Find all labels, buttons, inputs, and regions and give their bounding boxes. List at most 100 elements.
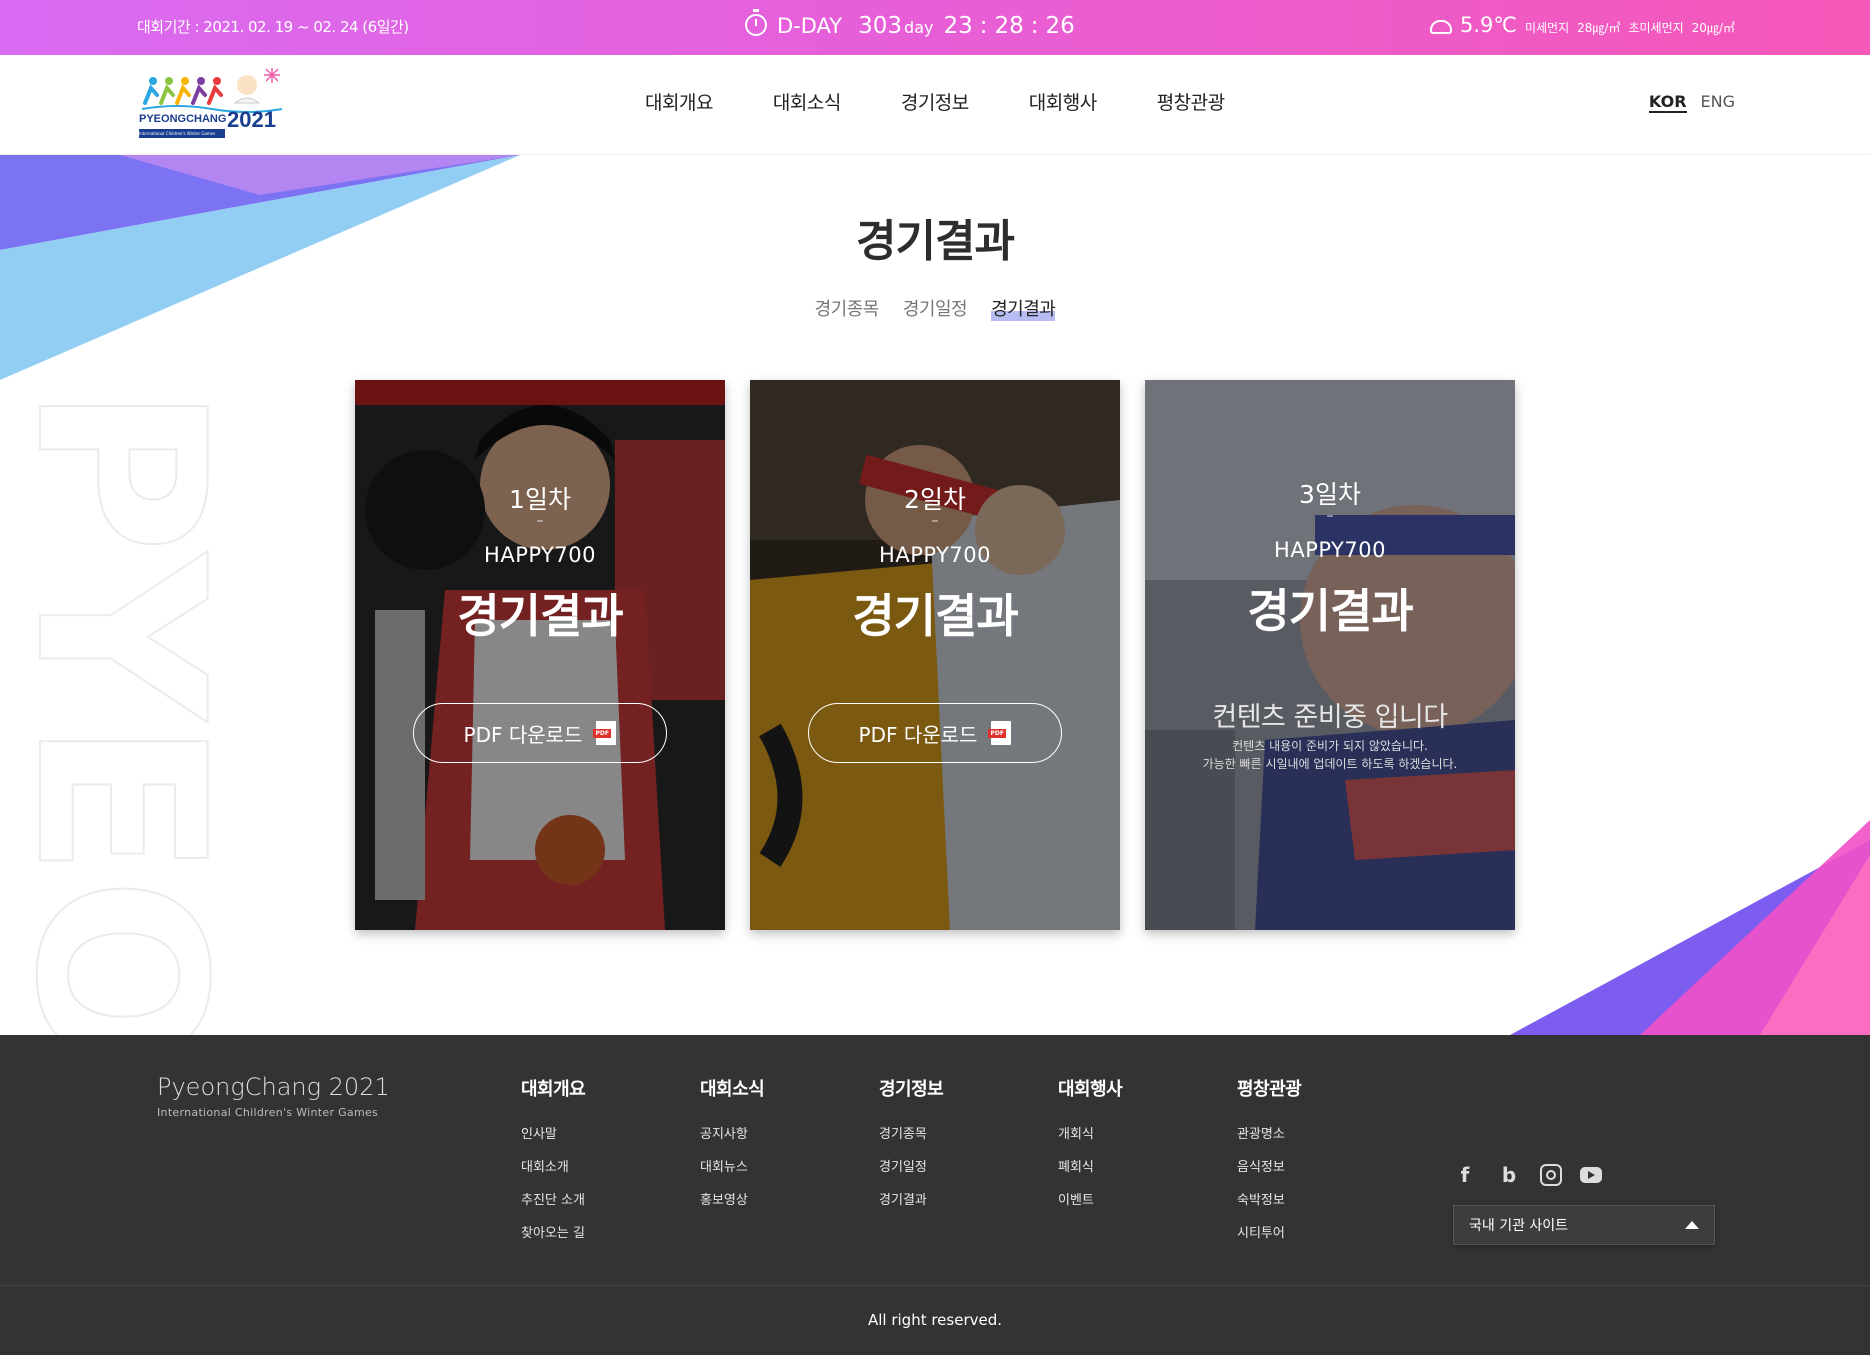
countdown-hours: 23 bbox=[943, 13, 973, 39]
result-card-day1: 1일차 – HAPPY700 경기결과 PDF 다운로드 bbox=[355, 380, 725, 930]
pm10-label: 미세먼지 bbox=[1524, 21, 1570, 35]
footer-logo: PyeongChang 2021 bbox=[157, 1073, 390, 1101]
social-links: f b bbox=[1452, 1163, 1602, 1187]
preparing-title: 컨텐츠 준비중 입니다 bbox=[1212, 702, 1448, 733]
site-logo[interactable]: PYEONGCHANG 2021 International Children'… bbox=[137, 63, 287, 145]
footer-link[interactable]: 찾아오는 길 bbox=[521, 1222, 585, 1241]
weather-info: 5.9℃ 미세먼지 28㎍/㎥ 초미세먼지 20㎍/㎥ bbox=[1429, 13, 1735, 37]
dday-unit: day bbox=[904, 18, 934, 37]
footer-menu-title[interactable]: 대회행사 bbox=[1058, 1075, 1123, 1101]
footer-link[interactable]: 대회소개 bbox=[521, 1156, 585, 1175]
subnav-item-schedule[interactable]: 경기일정 bbox=[903, 295, 968, 321]
footer-link[interactable]: 이벤트 bbox=[1058, 1189, 1122, 1208]
footer-link[interactable]: 경기종목 bbox=[879, 1123, 943, 1142]
footer-link[interactable]: 대회뉴스 bbox=[700, 1156, 764, 1175]
dday-number: 303 bbox=[858, 13, 903, 39]
footer-logo-subtitle: International Children's Winter Games bbox=[157, 1106, 379, 1119]
card-result-title: 경기결과 bbox=[457, 589, 623, 643]
lang-eng-link[interactable]: ENG bbox=[1701, 92, 1735, 113]
pm10-value: 28㎍/㎥ bbox=[1577, 21, 1621, 35]
countdown-minutes: 28 bbox=[994, 13, 1024, 39]
cloud-icon bbox=[1429, 20, 1452, 34]
footer-link[interactable]: 공지사항 bbox=[700, 1123, 764, 1142]
footer-menu-tourism: 평창관광 관광명소 음식정보 숙박정보 시티투어 bbox=[1237, 1075, 1302, 1255]
subnav-item-results[interactable]: 경기결과 bbox=[991, 295, 1056, 321]
footer-link[interactable]: 인사말 bbox=[521, 1123, 585, 1142]
card-dash: – bbox=[536, 513, 544, 529]
footer-menu-title[interactable]: 대회개요 bbox=[521, 1075, 586, 1101]
pdf-download-label: PDF 다운로드 bbox=[858, 722, 978, 747]
background-watermark: PYEO bbox=[0, 385, 252, 1035]
card-dash: – bbox=[931, 513, 939, 529]
card-result-title: 경기결과 bbox=[1247, 584, 1413, 638]
footer-menu-title[interactable]: 경기정보 bbox=[879, 1075, 944, 1101]
footer-menu-news: 대회소식 공지사항 대회뉴스 홍보영상 bbox=[700, 1075, 765, 1222]
related-sites-select[interactable]: 국내 기관 사이트 bbox=[1453, 1205, 1715, 1245]
footer-link[interactable]: 경기일정 bbox=[879, 1156, 943, 1175]
footer-menu-title[interactable]: 대회소식 bbox=[700, 1075, 765, 1101]
card-day: 2일차 bbox=[904, 485, 966, 514]
footer-link[interactable]: 숙박정보 bbox=[1237, 1189, 1301, 1208]
pdf-download-button[interactable]: PDF 다운로드 bbox=[413, 703, 667, 763]
dday-label: D-DAY bbox=[777, 14, 843, 38]
card-brand: HAPPY700 bbox=[1274, 538, 1386, 562]
nav-item-game-info[interactable]: 경기정보 bbox=[901, 88, 969, 115]
footer-link[interactable]: 관광명소 bbox=[1237, 1123, 1301, 1142]
facebook-icon[interactable]: f bbox=[1452, 1163, 1478, 1187]
footer-link[interactable]: 시티투어 bbox=[1237, 1222, 1301, 1241]
subnav-item-events[interactable]: 경기종목 bbox=[815, 295, 880, 321]
youtube-icon[interactable] bbox=[1580, 1167, 1602, 1183]
logo-year: 2021 bbox=[227, 107, 276, 132]
top-info-bar: 대회기간 : 2021. 02. 19 ~ 02. 24 (6일간) D-DAY… bbox=[0, 0, 1870, 55]
footer-link[interactable]: 개회식 bbox=[1058, 1123, 1122, 1142]
preparing-line-1: 컨텐츠 내용이 준비가 되지 않았습니다. bbox=[1232, 739, 1428, 753]
countdown-colon: : bbox=[1030, 13, 1039, 39]
logo-text: PYEONGCHANG bbox=[139, 113, 227, 125]
card-overlay bbox=[355, 380, 725, 930]
preparing-message: 컨텐츠 내용이 준비가 되지 않았습니다. 가능한 빠른 시일내에 업데이트 하… bbox=[1145, 737, 1515, 773]
card-dash: – bbox=[1326, 508, 1334, 524]
result-card-day2: 2일차 – HAPPY700 경기결과 PDF 다운로드 bbox=[750, 380, 1120, 930]
logo-subtext: International Children's Winter Games bbox=[139, 129, 225, 138]
pdf-download-button[interactable]: PDF 다운로드 bbox=[808, 703, 1062, 763]
site-footer: PyeongChang 2021 International Children'… bbox=[0, 1035, 1870, 1285]
result-card-day3: 3일차 – HAPPY700 경기결과 컨텐츠 준비중 입니다 컨텐츠 내용이 … bbox=[1145, 380, 1515, 930]
stopwatch-icon bbox=[745, 9, 767, 36]
nav-item-news[interactable]: 대회소식 bbox=[773, 88, 841, 115]
nav-item-overview[interactable]: 대회개요 bbox=[645, 88, 713, 115]
site-header: PYEONGCHANG 2021 International Children'… bbox=[0, 55, 1870, 155]
pm25-label: 초미세먼지 bbox=[1628, 21, 1684, 35]
nav-item-events[interactable]: 대회행사 bbox=[1029, 88, 1097, 115]
footer-link[interactable]: 홍보영상 bbox=[700, 1189, 764, 1208]
card-day: 3일차 bbox=[1299, 480, 1361, 509]
main-nav: 대회개요 대회소식 경기정보 대회행사 평창관광 bbox=[645, 88, 1225, 115]
language-switch: KOR ENG bbox=[1648, 92, 1735, 113]
footer-menu-events: 대회행사 개회식 폐회식 이벤트 bbox=[1058, 1075, 1123, 1222]
event-period: 대회기간 : 2021. 02. 19 ~ 02. 24 (6일간) bbox=[137, 18, 409, 36]
related-sites-label: 국내 기관 사이트 bbox=[1469, 1218, 1569, 1234]
footer-link[interactable]: 폐회식 bbox=[1058, 1156, 1122, 1175]
footer-menu-overview: 대회개요 인사말 대회소개 추진단 소개 찾아오는 길 bbox=[521, 1075, 586, 1255]
nav-item-tourism[interactable]: 평창관광 bbox=[1157, 88, 1225, 115]
preparing-line-2: 가능한 빠른 시일내에 업데이트 하도록 하겠습니다. bbox=[1202, 757, 1458, 771]
footer-link[interactable]: 경기결과 bbox=[879, 1189, 943, 1208]
pdf-icon bbox=[593, 721, 617, 745]
footer-link[interactable]: 음식정보 bbox=[1237, 1156, 1301, 1175]
card-brand: HAPPY700 bbox=[879, 543, 991, 567]
footer-link[interactable]: 추진단 소개 bbox=[521, 1189, 585, 1208]
countdown-seconds: 26 bbox=[1045, 13, 1075, 39]
card-result-title: 경기결과 bbox=[852, 589, 1018, 643]
card-overlay bbox=[1145, 380, 1515, 930]
footer-menu-game-info: 경기정보 경기종목 경기일정 경기결과 bbox=[879, 1075, 944, 1222]
card-overlay bbox=[750, 380, 1120, 930]
dday-countdown: D-DAY 303 day 23 : 28 : 26 bbox=[745, 9, 1075, 39]
pdf-download-label: PDF 다운로드 bbox=[463, 722, 583, 747]
instagram-icon[interactable] bbox=[1540, 1164, 1562, 1186]
blog-icon[interactable]: b bbox=[1496, 1163, 1522, 1187]
copyright: All right reserved. bbox=[0, 1285, 1870, 1355]
sub-nav: 경기종목 경기일정 경기결과 bbox=[0, 295, 1870, 321]
lang-kor-link[interactable]: KOR bbox=[1648, 92, 1687, 113]
card-brand: HAPPY700 bbox=[484, 543, 596, 567]
caret-up-icon bbox=[1685, 1221, 1699, 1229]
footer-menu-title[interactable]: 평창관광 bbox=[1237, 1075, 1302, 1101]
